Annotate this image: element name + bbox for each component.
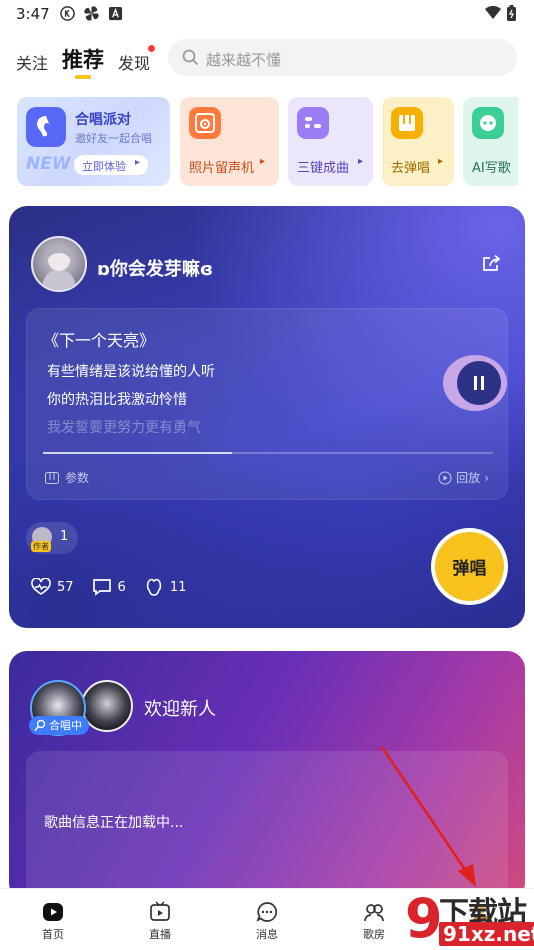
nav-live-label: 直播 (149, 928, 171, 941)
chat-icon (256, 902, 278, 922)
ai-songwriting-label: AI写歌 (472, 161, 511, 176)
gift-count: 11 (169, 579, 187, 595)
avatar[interactable] (31, 236, 87, 292)
chorus-status-label: 合唱中 (49, 719, 82, 732)
chevron-right-icon: › (484, 470, 489, 485)
song-title: 《下一个天亮》 (43, 331, 156, 350)
song-info-panel: 歌曲信息正在加载中... (26, 751, 508, 901)
chevron-right-icon: ▸ (438, 156, 444, 167)
a-app-icon (108, 6, 123, 21)
chevron-right-icon: ▸ (260, 156, 266, 167)
comment-count: 6 (117, 579, 126, 595)
chevron-right-icon: ▸ (135, 157, 141, 168)
gift-icon (146, 578, 162, 596)
engagement-stats: 57 6 11 (31, 578, 186, 596)
comment-button[interactable]: 6 (92, 578, 126, 596)
nav-messages[interactable]: 消息 (237, 901, 297, 942)
author-tag: 作者 (31, 541, 51, 552)
notification-dot (148, 45, 155, 52)
nav-song-room-label: 歌房 (363, 928, 385, 941)
wifi-icon (485, 6, 501, 19)
try-now-button[interactable]: 立即体验 ▸ (74, 155, 148, 175)
lyrics-player[interactable]: 《下一个天亮》 有些情绪是该说给懂的人听 你的热泪比我激动怜惜 我发誓要更努力更… (26, 308, 508, 500)
sing-with-guitar-label: 去弹唱 (391, 161, 431, 176)
chorus-icon (26, 107, 66, 147)
watermark-digit: 9 (405, 887, 443, 950)
welcome-title: 欢迎新人 (144, 699, 216, 720)
people-icon (364, 904, 384, 922)
three-keys-label: 三键成曲 (297, 161, 350, 176)
author-count: 1 (60, 529, 69, 544)
heart-wave-icon (31, 578, 51, 595)
params-label: 参数 (65, 471, 90, 485)
watermark-url: 91xz.net (439, 922, 534, 946)
feed-card[interactable]: ɒ你会发芽嘛ɞ 《下一个天亮》 有些情绪是该说给懂的人听 你的热泪比我激动怜惜 … (9, 206, 525, 628)
search-placeholder: 越来越不懂 (206, 51, 282, 69)
search-icon (182, 49, 199, 66)
loading-text: 歌曲信息正在加载中... (44, 815, 184, 831)
piano-keys-icon (45, 471, 59, 484)
home-play-icon (43, 903, 63, 921)
active-tab-indicator (75, 75, 91, 79)
photo-phonograph-label: 照片留声机 (189, 161, 255, 176)
feature-three-keys[interactable]: 三键成曲 ▸ (288, 97, 373, 186)
replay-button[interactable]: 回放 › (438, 469, 489, 486)
nav-song-room[interactable]: 歌房 (344, 901, 404, 942)
tv-icon (150, 901, 170, 921)
lyric-line: 我发誓要更努力更有勇气 (47, 420, 201, 436)
progress-fill (43, 452, 232, 454)
mic-icon (34, 719, 46, 732)
pause-button[interactable] (443, 355, 507, 411)
lyric-line: 你的热泪比我激动怜惜 (47, 392, 187, 408)
feature-ai-songwriting[interactable]: AI写歌 (463, 97, 518, 186)
keys-icon (297, 107, 329, 139)
feature-chorus-party[interactable]: 合唱派对 邀好友一起合唱 NEW 立即体验 ▸ (17, 97, 170, 186)
chorus-title: 合唱派对 (75, 112, 131, 128)
chorus-subtitle: 邀好友一起合唱 (75, 132, 152, 145)
nav-home-label: 首页 (42, 928, 64, 941)
lyric-line: 有些情绪是该说给懂的人听 (47, 364, 215, 380)
playback-progress[interactable] (43, 452, 493, 454)
nav-live[interactable]: 直播 (130, 901, 190, 942)
sing-button[interactable]: 弹唱 (431, 528, 508, 605)
author-chip[interactable]: 作者 1 (26, 522, 78, 554)
welcome-card[interactable]: 合唱中 欢迎新人 歌曲信息正在加载中... (9, 651, 525, 901)
nav-home[interactable]: 首页 (23, 901, 83, 942)
pause-icon (474, 376, 484, 390)
feature-sing-with-guitar[interactable]: 去弹唱 ▸ (382, 97, 454, 186)
gift-button[interactable]: 11 (144, 578, 187, 596)
replay-icon (438, 471, 452, 484)
pinwheel-icon (84, 6, 99, 21)
feature-photo-phonograph[interactable]: 照片留声机 ▸ (180, 97, 279, 186)
username[interactable]: ɒ你会发芽嘛ɞ (97, 255, 213, 281)
status-bar: 3:47 (0, 0, 534, 28)
tab-recommend[interactable]: 推荐 (62, 44, 104, 74)
like-button[interactable]: 57 (31, 578, 74, 596)
site-watermark: 9 下载站 91xz.net (405, 887, 534, 950)
vinyl-icon (189, 107, 221, 139)
chevron-right-icon: ▸ (358, 156, 364, 167)
sing-label: 弹唱 (452, 559, 487, 579)
search-bar[interactable]: 越来越不懂 (168, 39, 517, 76)
try-now-label: 立即体验 (82, 160, 126, 173)
like-count: 57 (57, 579, 74, 595)
replay-label: 回放 (456, 471, 481, 485)
comment-icon (92, 579, 111, 596)
nav-messages-label: 消息 (256, 928, 278, 941)
status-time: 3:47 (16, 5, 50, 23)
battery-icon (507, 5, 516, 21)
k-app-icon (60, 6, 75, 21)
ai-robot-icon (472, 107, 504, 139)
share-icon[interactable] (481, 254, 501, 274)
chorus-status-badge: 合唱中 (29, 716, 89, 735)
tab-follow[interactable]: 关注 (16, 50, 48, 74)
piano-icon (391, 107, 423, 139)
new-badge: NEW (26, 154, 71, 174)
params-button[interactable]: 参数 (45, 469, 89, 486)
feature-row: 合唱派对 邀好友一起合唱 NEW 立即体验 ▸ 照片留声机 ▸ 三键成曲 ▸ 去… (0, 97, 534, 187)
tab-discover[interactable]: 发现 (118, 50, 150, 74)
